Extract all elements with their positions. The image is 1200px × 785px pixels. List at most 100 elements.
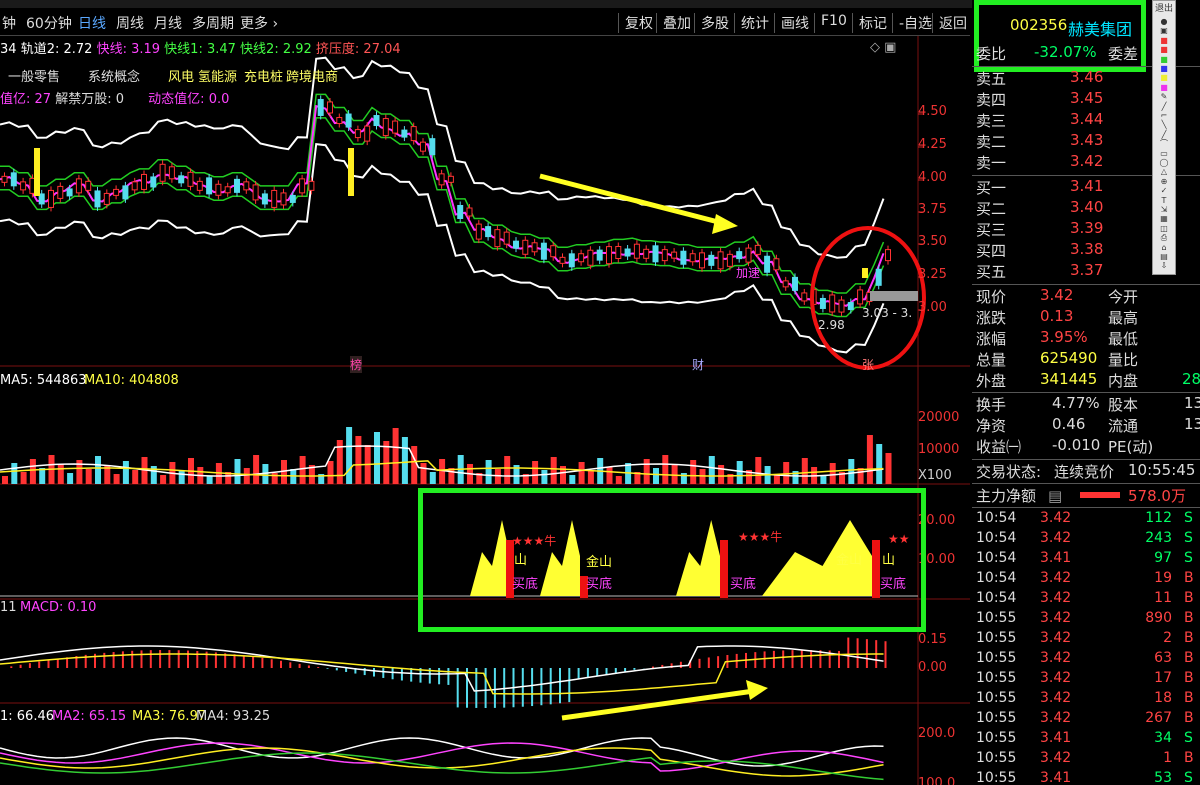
volume-bar — [271, 473, 278, 484]
event-mark-zhang[interactable]: 张 — [862, 356, 874, 373]
candle-body — [317, 98, 324, 116]
btn-multi-stock[interactable]: 多股 — [694, 13, 735, 33]
period-60min[interactable]: 60分钟 — [26, 13, 72, 33]
btn-statistics[interactable]: 统计 — [734, 13, 775, 33]
draw-tool-icon[interactable]: ✎ — [1156, 92, 1172, 101]
btn-draw-line[interactable]: 画线 — [774, 13, 815, 33]
draw-tool-icon[interactable]: ■ — [1156, 83, 1172, 92]
candle-body — [680, 250, 687, 265]
draw-tool-icon[interactable]: ■ — [1156, 64, 1172, 73]
draw-tool-icon[interactable]: ■ — [1156, 73, 1172, 82]
period-daily[interactable]: 日线 — [78, 13, 106, 33]
candle-body — [885, 249, 891, 262]
tick-time: 10:55 — [976, 650, 1017, 666]
volume-bar — [820, 476, 827, 484]
draw-tool-icon[interactable]: ⌒ — [1156, 139, 1172, 148]
concept-wind[interactable]: 风电 — [168, 66, 194, 85]
draw-tool-icon[interactable]: ╲ — [1156, 120, 1172, 129]
tick-row: 10:55 3.42 267 B — [976, 710, 1198, 730]
concept-retail[interactable]: 一般零售 — [8, 66, 60, 85]
draw-tool-icon[interactable]: ✓ — [1156, 186, 1172, 195]
draw-tool-icon[interactable]: ⊕ — [1156, 177, 1172, 186]
btn-back[interactable]: 返回 — [932, 13, 973, 33]
net-label: 主力净额 — [976, 487, 1037, 505]
btn-restore-rights[interactable]: 复权 — [618, 13, 659, 33]
tick-time: 10:55 — [976, 690, 1017, 706]
stat2-value2: 13 — [1184, 394, 1200, 412]
osc-tick-100: 100.0 — [918, 776, 956, 785]
draw-tool-icon[interactable]: T — [1156, 196, 1172, 205]
draw-tool-icon[interactable]: ▭ — [1156, 149, 1172, 158]
draw-tool-icon[interactable]: ■ — [1156, 55, 1172, 64]
draw-tool-icon[interactable]: ╱ — [1156, 102, 1172, 111]
volume-bar — [690, 460, 697, 484]
volume-bar — [160, 475, 167, 484]
candle-body — [289, 194, 296, 203]
candle-body — [568, 253, 575, 268]
candle-body — [373, 115, 380, 127]
candle-body — [513, 240, 519, 249]
period-weekly[interactable]: 周线 — [116, 13, 144, 33]
concept-hydrogen[interactable]: 氢能源 — [198, 66, 237, 85]
draw-tool-icon[interactable]: ● — [1156, 17, 1172, 26]
concept-charging[interactable]: 充电桩 — [244, 66, 283, 85]
period-monthly[interactable]: 月线 — [154, 13, 182, 33]
divider — [972, 392, 1200, 393]
exit-button[interactable]: 退出 — [1154, 3, 1174, 15]
draw-tool-icon[interactable]: ╱ — [1156, 130, 1172, 139]
draw-tool-icon[interactable]: ⌂ — [1156, 243, 1172, 252]
period-multi[interactable]: 多周期 — [192, 13, 234, 33]
draw-tool-icon[interactable]: ▣ — [1156, 26, 1172, 35]
chart-area[interactable]: 34 轨道2: 2.72 快线: 3.19 快线1: 3.47 快线2: 2.9… — [0, 36, 970, 785]
draw-tool-icon[interactable]: ▦ — [1156, 214, 1172, 223]
net-list-icon[interactable]: ▤ — [1048, 487, 1062, 505]
period-more[interactable]: 更多 › — [240, 13, 278, 33]
stat-label2: 量比 — [1108, 351, 1139, 369]
concept-crossborder[interactable]: 跨境电商 — [286, 66, 338, 85]
tick-price: 3.42 — [1040, 510, 1072, 526]
candle-body — [633, 243, 640, 259]
tick-direction: S — [1184, 770, 1193, 785]
draw-tool-icon[interactable]: ⇲ — [1156, 205, 1172, 214]
draw-tool-icon[interactable]: ◯ — [1156, 158, 1172, 167]
candle-body — [280, 192, 287, 206]
btn-mark[interactable]: 标记 — [852, 13, 893, 33]
event-mark-finance[interactable]: 财 — [692, 356, 704, 373]
draw-tool-icon[interactable]: △ — [1156, 167, 1172, 176]
candle-body — [159, 163, 166, 182]
volume-bar — [876, 444, 883, 484]
macd-tick-015: 0.15 — [918, 632, 947, 647]
candle-body — [792, 276, 798, 291]
draw-tool-icon[interactable]: ⌐ — [1156, 111, 1172, 120]
volume-bar — [411, 446, 418, 484]
period-minute[interactable]: 钟 — [2, 13, 16, 33]
net-flow-row[interactable]: 主力净额 ▤ 578.0万 — [976, 485, 1198, 506]
candle-body — [215, 183, 222, 196]
volume-bar — [20, 472, 27, 484]
candle-body — [429, 138, 436, 156]
draw-tool-icon[interactable]: ■ — [1156, 45, 1172, 54]
volume-bar — [829, 463, 836, 484]
draw-tool-icon[interactable]: ▤ — [1156, 252, 1172, 261]
chart-ctrl-icons[interactable]: ◇ ▣ — [870, 40, 896, 55]
candle-body — [875, 268, 882, 286]
stat2-label2: 流通 — [1108, 417, 1139, 435]
draw-tool-icon[interactable]: ◫ — [1156, 224, 1172, 233]
event-mark-rank[interactable]: 榜 — [350, 356, 363, 373]
draw-tool-icon[interactable]: ■ — [1156, 36, 1172, 45]
stat2-row: 收益㈠ -0.010 PE(动) — [976, 436, 1198, 457]
tick-row: 10:54 3.42 243 S — [976, 530, 1198, 550]
draw-tool-icon[interactable]: ⎙ — [1156, 233, 1172, 242]
volume-bar — [680, 473, 687, 484]
candle-body — [587, 249, 594, 266]
concept-system[interactable]: 系统概念 — [88, 66, 140, 85]
btn-f10[interactable]: F10 — [814, 13, 853, 33]
candle-body — [466, 207, 473, 217]
draw-tool-icon[interactable]: ⇩ — [1156, 261, 1172, 270]
volume-bar — [885, 453, 892, 484]
tick-volume: 63 — [1154, 650, 1172, 666]
btn-overlay[interactable]: 叠加 — [656, 13, 697, 33]
volume-bar — [234, 459, 241, 484]
divider — [972, 483, 1200, 484]
tick-volume: 18 — [1154, 690, 1172, 706]
